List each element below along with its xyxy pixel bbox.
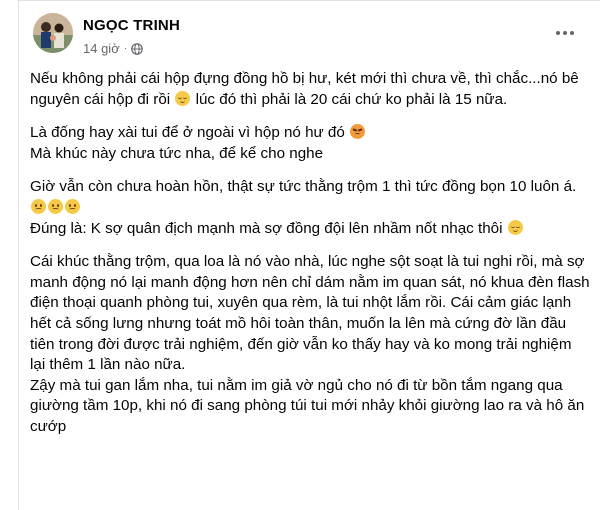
sad-face-icon xyxy=(65,198,80,214)
post-text: Mà khúc này chưa tức nha, để kể cho nghe xyxy=(30,144,324,162)
globe-icon[interactable] xyxy=(131,42,143,55)
avatar-image xyxy=(33,13,73,53)
post-body: Nếu không phải cái hộp đựng đồng hồ bị h… xyxy=(30,69,590,451)
post-paragraph: Là đống hay xài tui để ở ngoài vì hộp nó… xyxy=(30,123,590,164)
meta-separator: · xyxy=(123,43,128,54)
post-paragraph: Giờ vẫn còn chưa hoàn hồn, thật sự tức t… xyxy=(30,177,590,239)
post-header: NGỌC TRINH 14 giờ · xyxy=(19,1,600,63)
post-text: Zậy mà tui gan lắm nha, tui nằm im giả v… xyxy=(30,376,585,435)
sad-face-icon xyxy=(48,198,63,214)
author-name[interactable]: NGỌC TRINH xyxy=(83,17,180,34)
post-text: Đúng là: K sợ quân địch mạnh mà sợ đồng … xyxy=(30,219,507,237)
post-time[interactable]: 14 giờ xyxy=(83,41,120,56)
post-text: lúc đó thì phải là 20 cái chứ ko phải là… xyxy=(191,90,508,108)
post-text: Cái khúc thằng trộm, qua loa là nó vào n… xyxy=(30,253,590,374)
post-meta: 14 giờ · xyxy=(83,41,143,56)
relieved-face-icon xyxy=(507,219,523,235)
sad-face-icon xyxy=(31,198,46,214)
pouting-face-icon xyxy=(350,124,366,140)
post-paragraph: Cái khúc thằng trộm, qua loa là nó vào n… xyxy=(30,252,590,437)
more-options-icon[interactable] xyxy=(551,25,579,41)
post-text: Là đống hay xài tui để ở ngoài vì hộp nó… xyxy=(30,124,350,142)
relieved-face-icon xyxy=(175,90,191,106)
post-text: Giờ vẫn còn chưa hoàn hồn, thật sự tức t… xyxy=(30,178,577,196)
post-paragraph: Nếu không phải cái hộp đựng đồng hồ bị h… xyxy=(30,69,590,110)
post-card: NGỌC TRINH 14 giờ · Nếu không phải cái h… xyxy=(18,0,600,510)
avatar[interactable] xyxy=(33,13,73,53)
